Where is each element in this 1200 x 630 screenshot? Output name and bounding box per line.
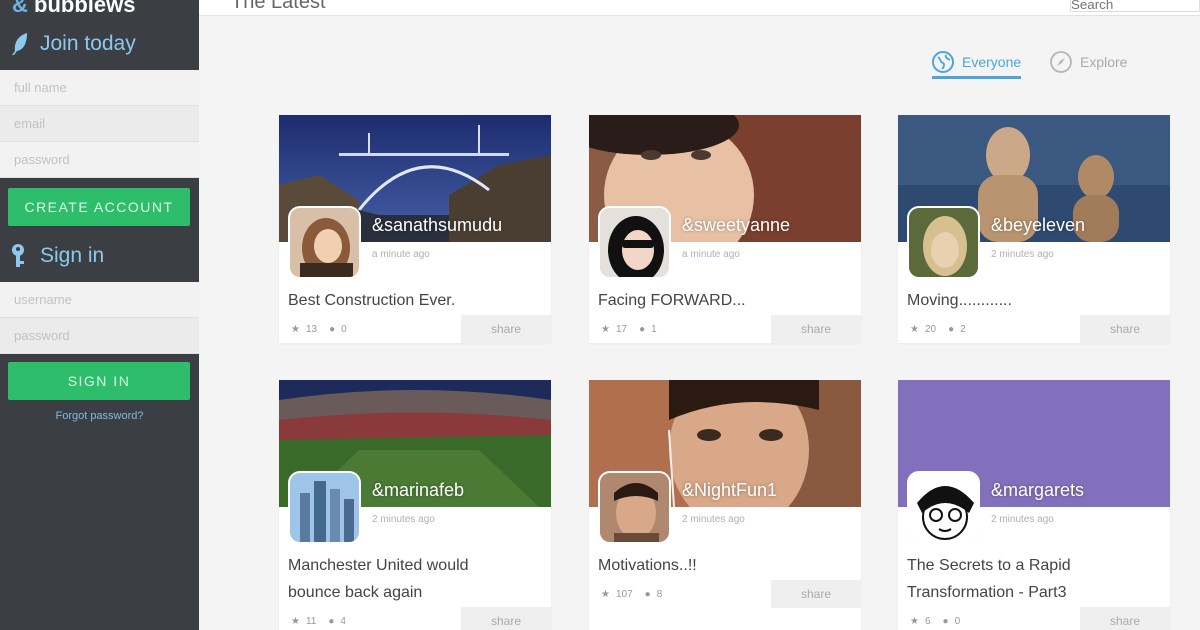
tab-everyone[interactable]: Everyone	[932, 48, 1022, 79]
post-caption[interactable]: Manchester United would bounce back agai…	[288, 552, 543, 606]
star-icon: ★	[601, 588, 610, 600]
post-footer: ★ 13 ● 0 share	[279, 315, 551, 343]
sign-in-button[interactable]: SIGN IN	[8, 362, 190, 400]
avatar[interactable]	[907, 206, 980, 279]
post-time: 2 minutes ago	[682, 514, 745, 525]
post-footer: ★ 107 ● 8 share	[589, 580, 861, 608]
post-card[interactable]: &margarets 2 minutes ago The Secrets to …	[898, 380, 1170, 630]
brand-logo[interactable]: & bubblews	[12, 0, 135, 18]
share-button[interactable]: share	[461, 315, 551, 343]
post-caption[interactable]: The Secrets to a Rapid Transformation - …	[907, 552, 1162, 606]
username-field[interactable]	[0, 282, 199, 318]
star-icon: ★	[601, 323, 610, 335]
post-card[interactable]: &beyeleven 2 minutes ago Moving.........…	[898, 115, 1170, 343]
signin-password-input[interactable]	[14, 328, 199, 343]
star-count[interactable]: ★ 17	[601, 324, 627, 335]
share-button[interactable]: share	[771, 580, 861, 608]
feather-icon	[8, 32, 32, 56]
star-count[interactable]: ★ 11	[291, 616, 316, 627]
post-footer: ★ 11 ● 4 share	[279, 607, 551, 630]
star-icon: ★	[910, 615, 919, 627]
star-count[interactable]: ★ 20	[910, 324, 936, 335]
fullname-field[interactable]	[0, 70, 199, 106]
avatar[interactable]	[288, 471, 361, 544]
page-title: The Latest	[231, 0, 326, 13]
key-icon	[8, 244, 32, 268]
post-author[interactable]: &NightFun1	[682, 480, 777, 501]
post-caption[interactable]: Best Construction Ever.	[288, 287, 543, 314]
comment-count[interactable]: ● 2	[948, 324, 966, 335]
share-button[interactable]: share	[461, 607, 551, 630]
comment-icon: ●	[942, 615, 949, 627]
post-footer: ★ 17 ● 1 share	[589, 315, 861, 343]
post-author[interactable]: &margarets	[991, 480, 1084, 501]
post-time: a minute ago	[682, 249, 740, 260]
comment-count[interactable]: ● 8	[645, 589, 663, 600]
join-today-heading: Join today	[0, 20, 199, 68]
avatar[interactable]	[907, 471, 980, 544]
sign-in-heading: Sign in	[0, 232, 199, 280]
signup-password-field[interactable]	[0, 142, 199, 178]
compass-icon	[1050, 51, 1072, 73]
post-author[interactable]: &marinafeb	[372, 480, 464, 501]
create-account-button[interactable]: CREATE ACCOUNT	[8, 188, 190, 226]
post-caption[interactable]: Motivations..!!	[598, 552, 853, 579]
star-count[interactable]: ★ 107	[601, 589, 633, 600]
comment-icon: ●	[639, 323, 646, 335]
fullname-input[interactable]	[14, 80, 199, 95]
globe-icon	[932, 51, 954, 73]
signup-password-input[interactable]	[14, 152, 199, 167]
forgot-password-link[interactable]: Forgot password?	[0, 410, 199, 422]
avatar[interactable]	[598, 471, 671, 544]
comment-icon: ●	[329, 323, 336, 335]
post-caption[interactable]: Facing FORWARD...	[598, 287, 853, 314]
post-card[interactable]: &sweetyanne a minute ago Facing FORWARD.…	[589, 115, 861, 343]
comment-count[interactable]: ● 4	[328, 616, 346, 627]
sidebar: & bubblews Join today CREATE ACCOUNT Sig…	[0, 0, 199, 630]
email-input[interactable]	[14, 116, 199, 131]
post-author[interactable]: &sanathsumudu	[372, 215, 502, 236]
signin-password-field[interactable]	[0, 318, 199, 354]
post-caption[interactable]: Moving............	[907, 287, 1162, 314]
comment-icon: ●	[948, 323, 955, 335]
comment-count[interactable]: ● 0	[943, 616, 961, 627]
post-author[interactable]: &sweetyanne	[682, 215, 790, 236]
avatar[interactable]	[288, 206, 361, 279]
post-time: 2 minutes ago	[372, 514, 435, 525]
post-footer: ★ 6 ● 0 share	[898, 607, 1170, 630]
username-input[interactable]	[14, 292, 199, 307]
post-footer: ★ 20 ● 2 share	[898, 315, 1170, 343]
star-count[interactable]: ★ 6	[910, 616, 931, 627]
post-time: a minute ago	[372, 249, 430, 260]
comment-icon: ●	[644, 588, 651, 600]
star-icon: ★	[291, 323, 300, 335]
comment-count[interactable]: ● 1	[639, 324, 657, 335]
email-field[interactable]	[0, 106, 199, 142]
avatar[interactable]	[598, 206, 671, 279]
top-bar: The Latest	[199, 0, 1200, 16]
post-author[interactable]: &beyeleven	[991, 215, 1085, 236]
post-time: 2 minutes ago	[991, 249, 1054, 260]
post-time: 2 minutes ago	[991, 514, 1054, 525]
star-count[interactable]: ★ 13	[291, 324, 317, 335]
star-icon: ★	[910, 323, 919, 335]
tab-explore[interactable]: Explore	[1050, 48, 1127, 76]
post-card[interactable]: &NightFun1 2 minutes ago Motivations..!!…	[589, 380, 861, 630]
share-button[interactable]: share	[1080, 607, 1170, 630]
share-button[interactable]: share	[771, 315, 861, 343]
share-button[interactable]: share	[1080, 315, 1170, 343]
star-icon: ★	[291, 615, 300, 627]
comment-icon: ●	[328, 615, 335, 627]
post-card[interactable]: &sanathsumudu a minute ago Best Construc…	[279, 115, 551, 343]
comment-count[interactable]: ● 0	[329, 324, 347, 335]
search-input[interactable]	[1070, 0, 1200, 12]
post-card[interactable]: &marinafeb 2 minutes ago Manchester Unit…	[279, 380, 551, 630]
